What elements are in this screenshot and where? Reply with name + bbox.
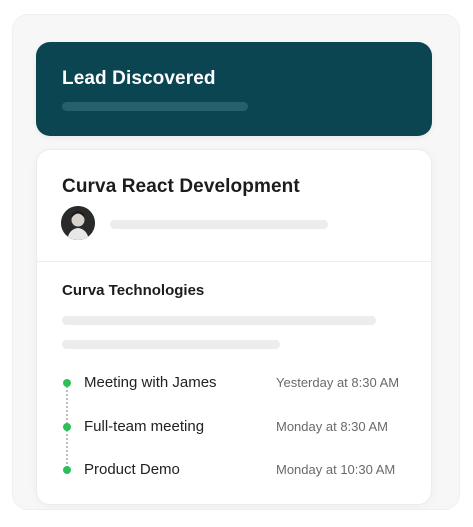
timeline-event: Meeting with James Yesterday at 8:30 AM — [37, 374, 431, 394]
lead-placeholder-bar — [62, 102, 248, 111]
avatar — [61, 206, 95, 240]
event-time: Monday at 8:30 AM — [276, 419, 389, 434]
lead-detail-card: Curva React Development Curva Technologi… — [36, 149, 432, 505]
description-placeholder-bar — [62, 340, 280, 349]
person-photo-icon — [61, 206, 95, 240]
company-name: Curva Technologies — [62, 282, 205, 299]
lead-title: Curva React Development — [62, 176, 300, 197]
description-placeholder-bar — [62, 316, 376, 325]
status-dot-icon — [63, 466, 71, 474]
lead-discovered-banner: Lead Discovered — [36, 42, 432, 136]
timeline-event: Product Demo Monday at 10:30 AM — [37, 461, 431, 481]
event-time: Yesterday at 8:30 AM — [276, 375, 400, 390]
divider — [37, 261, 431, 262]
status-dot-icon — [63, 423, 71, 431]
lead-discovered-title: Lead Discovered — [62, 68, 216, 89]
status-dot-icon — [63, 379, 71, 387]
timeline-event: Full-team meeting Monday at 8:30 AM — [37, 418, 431, 438]
event-name: Full-team meeting — [84, 418, 205, 435]
owner-placeholder-bar — [110, 220, 328, 229]
event-name: Product Demo — [84, 461, 180, 478]
event-name: Meeting with James — [84, 374, 217, 391]
event-time: Monday at 10:30 AM — [276, 462, 396, 477]
